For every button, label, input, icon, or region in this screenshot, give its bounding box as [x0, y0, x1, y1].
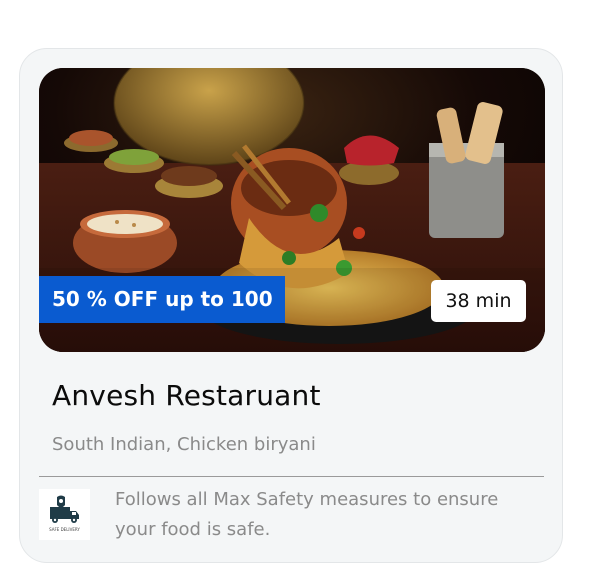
- safety-message: Follows all Max Safety measures to ensur…: [115, 489, 499, 540]
- restaurant-image[interactable]: 50 % OFF up to 100 38 min: [39, 68, 545, 352]
- restaurant-card[interactable]: 50 % OFF up to 100 38 min Anvesh Restaru…: [19, 48, 563, 563]
- divider: [39, 476, 544, 477]
- discount-offer-badge: 50 % OFF up to 100: [39, 276, 285, 323]
- safe-delivery-logo-text: SAFE DELIVERY: [49, 527, 80, 532]
- restaurant-name[interactable]: Anvesh Restaruant: [52, 379, 321, 412]
- cuisine-list: South Indian, Chicken biryani: [52, 434, 316, 455]
- safe-delivery-truck-icon: SAFE DELIVERY: [39, 489, 90, 540]
- delivery-time-badge: 38 min: [431, 280, 526, 322]
